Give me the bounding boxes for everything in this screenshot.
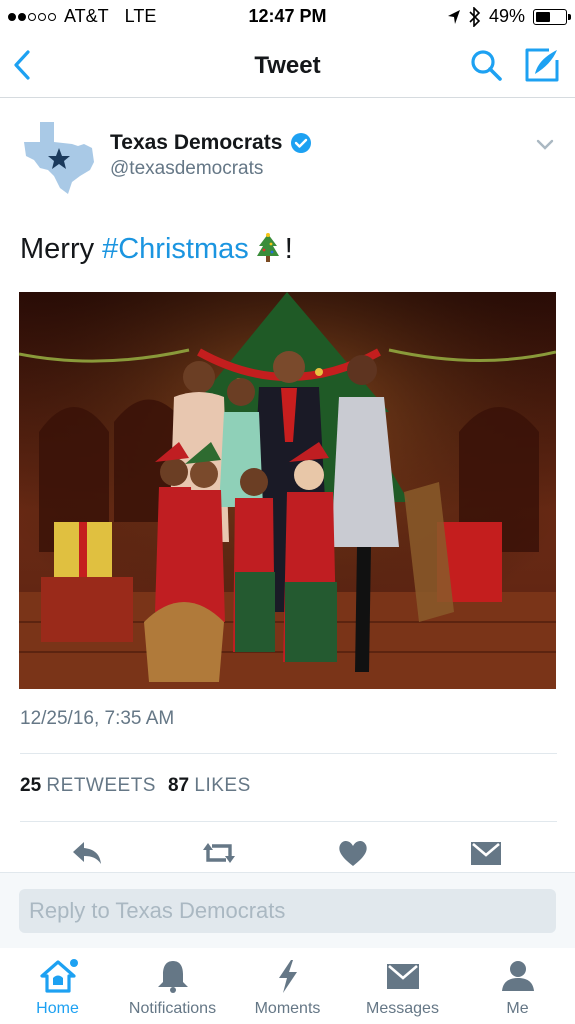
tweet-timestamp: 12/25/16, 7:35 AM — [20, 708, 175, 729]
direct-message-icon[interactable] — [469, 838, 503, 868]
tab-me-label: Me — [506, 1000, 529, 1017]
status-bar: AT&T LTE 12:47 PM 49% — [0, 0, 575, 34]
christmas-family-photo — [19, 292, 556, 689]
tweet-actions — [0, 836, 575, 870]
likes-count: 87 — [167, 775, 190, 796]
tab-bar: Home Notifications Moments Messages Me — [0, 948, 575, 1024]
lightning-icon — [278, 960, 297, 993]
tab-notifications-label: Notifications — [128, 1000, 217, 1017]
search-icon[interactable] — [469, 48, 503, 82]
author-name-label: Texas Democrats — [110, 131, 283, 154]
christmas-tree-icon — [256, 233, 279, 262]
tab-messages[interactable]: Messages — [345, 958, 460, 1018]
tweet-text: Merry #Christmas ! — [20, 232, 293, 266]
reply-input[interactable] — [19, 889, 556, 933]
tweet-text-prefix: Merry — [20, 232, 95, 265]
tab-home[interactable]: Home — [0, 958, 115, 1018]
likes-label: LIKES — [194, 775, 251, 796]
navigation-bar: Tweet — [0, 34, 575, 98]
author-handle[interactable]: @texasdemocrats — [110, 158, 263, 180]
divider — [20, 821, 557, 822]
status-right: 49% — [447, 6, 571, 27]
compose-icon[interactable] — [523, 46, 561, 84]
tab-home-label: Home — [36, 1000, 79, 1017]
location-arrow-icon — [447, 9, 460, 24]
retweets-stat[interactable]: 25 RETWEETS — [20, 775, 156, 797]
bell-icon — [157, 961, 188, 993]
battery-icon — [533, 8, 571, 25]
hashtag-link[interactable]: #Christmas — [102, 233, 249, 266]
avatar[interactable] — [20, 118, 98, 196]
author-name[interactable]: Texas Democrats — [110, 131, 312, 155]
battery-percent: 49% — [488, 6, 525, 26]
retweets-label: RETWEETS — [46, 775, 156, 796]
tab-notifications[interactable]: Notifications — [115, 958, 230, 1018]
retweets-count: 25 — [20, 775, 42, 796]
tab-me[interactable]: Me — [460, 958, 575, 1018]
person-icon — [501, 961, 534, 991]
tab-messages-label: Messages — [366, 1000, 439, 1017]
tweet-text-suffix: ! — [284, 232, 293, 265]
tab-moments-label: Moments — [254, 1000, 321, 1017]
like-heart-icon[interactable] — [336, 838, 370, 868]
tweet-author: Texas Democrats @texasdemocrats — [20, 118, 555, 198]
divider — [20, 753, 557, 754]
chevron-down-icon[interactable] — [535, 138, 555, 152]
reply-bar — [0, 872, 575, 948]
retweet-icon[interactable] — [202, 838, 236, 868]
envelope-icon — [386, 964, 419, 989]
tweet-photo[interactable] — [19, 292, 556, 689]
verified-badge-icon — [291, 133, 312, 153]
bluetooth-icon — [469, 6, 481, 27]
tweet-stats: 25 RETWEETS 87 LIKES — [20, 775, 251, 797]
home-icon — [39, 959, 78, 993]
likes-stat[interactable]: 87 LIKES — [168, 775, 251, 797]
reply-icon[interactable] — [70, 838, 104, 868]
tab-moments[interactable]: Moments — [230, 958, 345, 1018]
